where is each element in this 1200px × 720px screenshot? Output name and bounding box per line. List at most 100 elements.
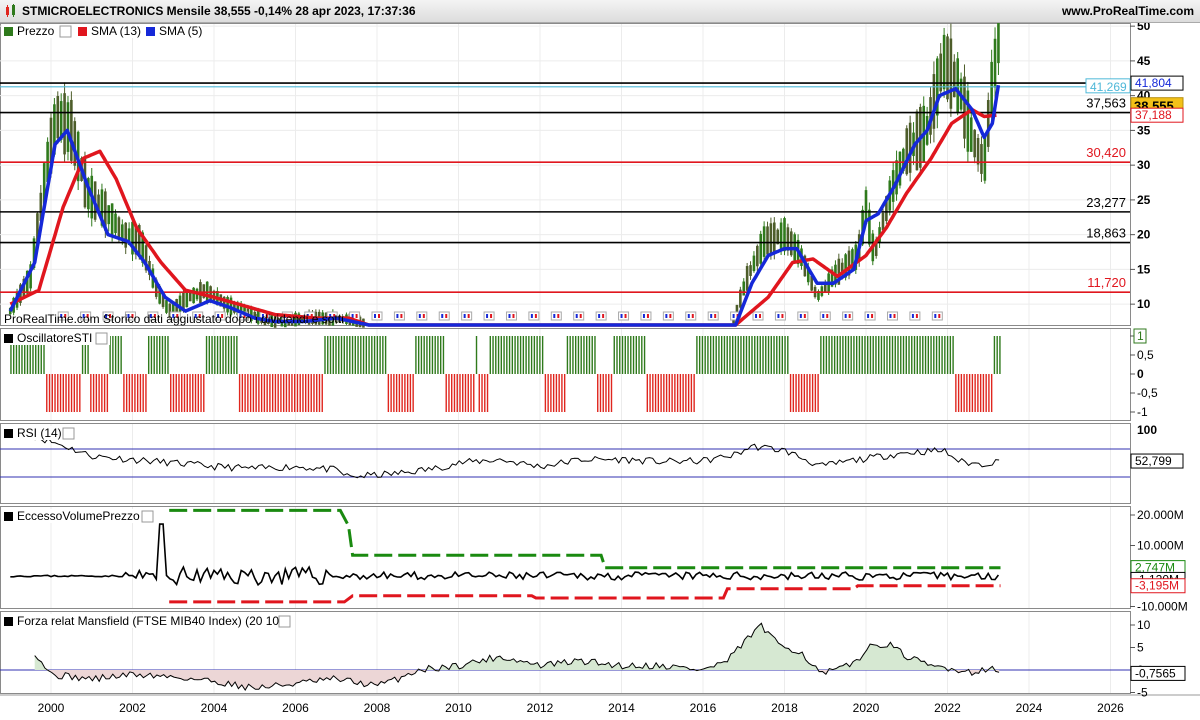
oscillator-bar bbox=[128, 374, 131, 412]
oscillator-bar bbox=[641, 336, 643, 374]
oscillator-bar bbox=[800, 374, 803, 412]
dividend-marker-mark bbox=[374, 314, 376, 318]
dividend-marker bbox=[819, 311, 831, 321]
oscillator-bar bbox=[718, 336, 720, 374]
oscillator-bar bbox=[296, 374, 299, 412]
oscillator-bar bbox=[941, 336, 943, 374]
oscillator-bar bbox=[470, 374, 472, 412]
y-tick-label: 35 bbox=[1137, 123, 1151, 137]
dividend-marker-mark bbox=[687, 314, 690, 318]
oscillator-bar bbox=[238, 374, 241, 412]
oscillator-bar bbox=[164, 336, 166, 374]
oscillator-bar bbox=[745, 336, 748, 374]
oscillator-bar bbox=[855, 336, 858, 374]
dividend-marker-mark bbox=[620, 314, 623, 318]
dividend-marker-mark bbox=[422, 314, 425, 318]
oscillator-bar bbox=[569, 336, 571, 374]
oscillator-bar bbox=[484, 374, 486, 412]
oscillator-bar bbox=[946, 336, 949, 374]
oscillator-bar bbox=[605, 374, 607, 412]
dividend-marker-mark bbox=[508, 314, 511, 318]
oscillator-bar bbox=[966, 374, 968, 412]
x-tick-label: 2020 bbox=[853, 701, 880, 715]
oscillator-bar bbox=[98, 374, 100, 412]
oscillator-bar bbox=[349, 336, 351, 374]
volume-swatch bbox=[4, 512, 13, 521]
oscillator-bar bbox=[588, 336, 591, 374]
oscillator-bar bbox=[453, 374, 456, 412]
oscillator-bar bbox=[828, 336, 830, 374]
oscillator-bar bbox=[203, 374, 205, 412]
oscillator-bar bbox=[732, 336, 734, 374]
dividend-marker bbox=[618, 311, 630, 321]
level-label: 18,863 bbox=[1086, 226, 1126, 241]
oscillator-bar bbox=[318, 374, 321, 412]
price-bar bbox=[881, 212, 885, 231]
oscillator-bar bbox=[514, 336, 516, 374]
x-tick-label: 2006 bbox=[282, 701, 309, 715]
oscillator-bar bbox=[249, 374, 252, 412]
oscillator-bar bbox=[136, 374, 139, 412]
volume-level-label: -3,195M bbox=[1135, 579, 1179, 593]
site-link[interactable]: www.ProRealTime.com bbox=[1062, 4, 1194, 18]
oscillator-bar bbox=[120, 336, 122, 374]
dividend-marker bbox=[483, 311, 495, 321]
price-icon bbox=[4, 27, 13, 36]
oscillator-bar bbox=[627, 336, 629, 374]
price-bar bbox=[209, 286, 212, 301]
dividend-marker-mark bbox=[642, 314, 645, 318]
x-tick-label: 2012 bbox=[527, 701, 554, 715]
oscillator-bar bbox=[492, 336, 494, 374]
oscillator-bar bbox=[878, 336, 880, 374]
oscillator-bar bbox=[814, 374, 817, 412]
price-bar bbox=[749, 265, 752, 276]
oscillator-bar bbox=[665, 374, 668, 412]
oscillator-bar bbox=[437, 336, 439, 374]
oscillator-bar bbox=[338, 336, 340, 374]
price-bar bbox=[56, 96, 60, 139]
wrench-icon bbox=[59, 25, 72, 38]
x-tick-label: 2022 bbox=[934, 701, 961, 715]
legend-mansfield: Forza relat Mansfield (FTSE MIB40 Index)… bbox=[17, 614, 283, 628]
x-tick-label: 2002 bbox=[119, 701, 146, 715]
y-tick-label: 5 bbox=[1137, 641, 1144, 655]
oscillator-bar bbox=[404, 374, 406, 412]
oscillator-bar bbox=[743, 336, 745, 374]
dividend-marker bbox=[573, 311, 585, 321]
oscillator-bar bbox=[335, 336, 337, 374]
oscillator-bar bbox=[803, 374, 806, 412]
osc-badge: 1 bbox=[1137, 329, 1144, 343]
oscillator-bar bbox=[957, 374, 960, 412]
oscillator-bar bbox=[572, 336, 574, 374]
dividend-marker bbox=[886, 311, 898, 321]
chart-canvas[interactable]: 2000 2002 2004 2006 2008 2010 2012 2014 2016 2018… bbox=[0, 23, 1200, 720]
oscillator-bar bbox=[734, 336, 737, 374]
oscillator-bar bbox=[817, 374, 819, 412]
oscillator-bar bbox=[230, 336, 233, 374]
oscillator-bar bbox=[59, 374, 62, 412]
oscillator-bar bbox=[139, 374, 142, 412]
oscillator-bar bbox=[792, 374, 795, 412]
oscillator-bar bbox=[365, 336, 368, 374]
oscillator-bar bbox=[996, 336, 998, 374]
price-bar bbox=[949, 38, 953, 109]
x-tick-label: 2024 bbox=[1016, 701, 1043, 715]
price-bar bbox=[70, 99, 73, 161]
oscillator-bar bbox=[153, 336, 155, 374]
oscillator-bar bbox=[787, 336, 789, 374]
price-bar bbox=[983, 135, 987, 181]
oscillator-bar bbox=[271, 374, 274, 412]
oscillator-bar bbox=[293, 374, 296, 412]
oscillator-bar bbox=[211, 336, 213, 374]
oscillator-bar bbox=[368, 336, 370, 374]
oscillator-bar bbox=[767, 336, 770, 374]
oscillator-bar bbox=[227, 336, 230, 374]
oscillator-bar bbox=[112, 336, 114, 374]
dividend-marker bbox=[416, 311, 428, 321]
oscillator-bar bbox=[726, 336, 728, 374]
dividend-marker bbox=[461, 311, 473, 321]
y-tick-label: -10.000M bbox=[1137, 600, 1188, 614]
oscillator-bar bbox=[916, 336, 918, 374]
oscillator-bar bbox=[723, 336, 726, 374]
oscillator-bar bbox=[875, 336, 877, 374]
